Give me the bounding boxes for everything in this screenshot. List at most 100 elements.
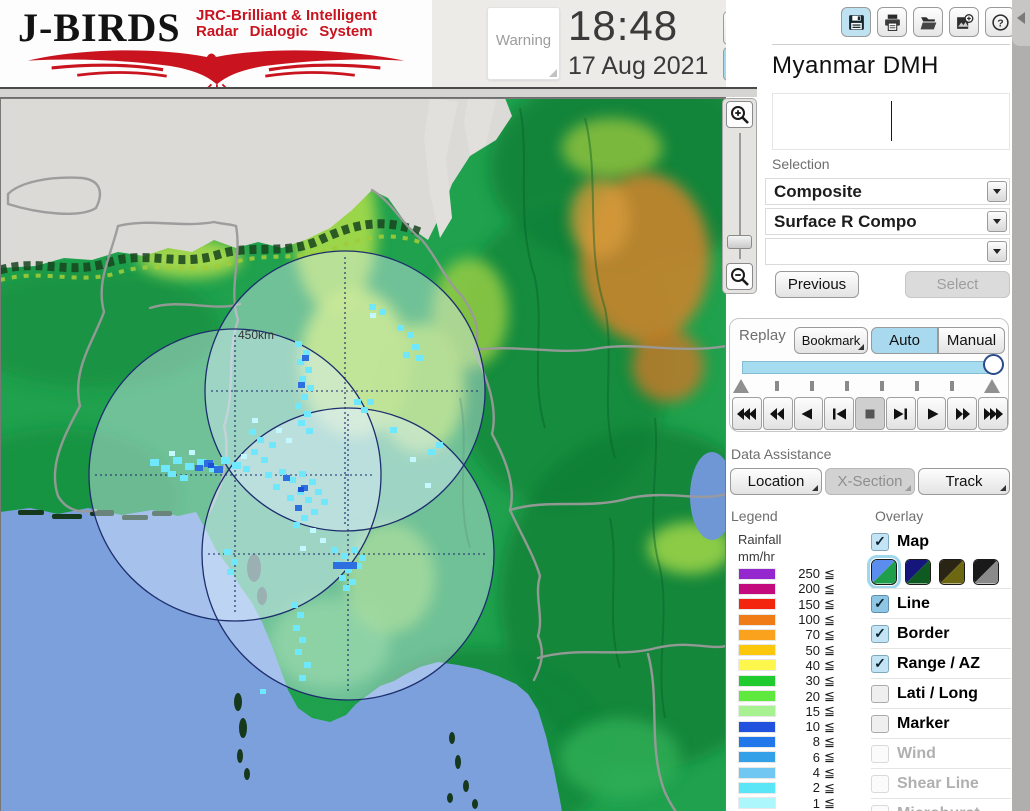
text-cursor	[891, 101, 892, 141]
select-button[interactable]: Select	[905, 271, 1010, 298]
legend-row: 4 ≦	[738, 765, 868, 780]
replay-panel: Replay Bookmark Auto Manual	[729, 318, 1009, 432]
checkbox-checked-icon[interactable]: ✓	[871, 654, 889, 673]
map-style-swatch-2[interactable]	[905, 558, 931, 585]
replay-slider-track[interactable]	[742, 361, 994, 374]
station-title: Myanmar DMH	[772, 52, 939, 79]
replay-slider-handle[interactable]	[983, 354, 1004, 375]
reverse-play-button[interactable]	[793, 397, 824, 430]
checkbox-checked-icon[interactable]: ✓	[871, 532, 889, 551]
logo-tagline: JRC-Brilliant & Intelligent Radar Dialog…	[196, 7, 377, 40]
add-image-button[interactable]	[949, 7, 979, 37]
checkbox-unchecked-icon[interactable]	[871, 714, 889, 733]
magnifier-plus-icon	[730, 105, 749, 124]
xsection-button[interactable]: X-Section	[825, 468, 915, 495]
legend-row: 10 ≦	[738, 719, 868, 734]
panel-collapse-tab[interactable]	[1012, 0, 1030, 46]
overlay-item-lati-long[interactable]: Lati / Long	[871, 678, 1011, 708]
reverse-play-icon	[801, 408, 813, 419]
legend-color-chip	[738, 582, 776, 595]
dropdown-arrow-button[interactable]	[987, 211, 1007, 232]
legend-row: 200 ≦	[738, 581, 868, 596]
step-backward-icon	[833, 408, 847, 419]
location-button[interactable]: Location	[730, 468, 822, 495]
fast-backward-button[interactable]	[732, 397, 762, 430]
forward-button[interactable]	[947, 397, 978, 430]
legend-row: 250 ≦	[738, 566, 868, 581]
legend-color-chip	[738, 735, 776, 748]
chevron-down-icon	[993, 189, 1001, 194]
map-style-swatch-3[interactable]	[939, 558, 965, 585]
checkbox-checked-icon[interactable]: ✓	[871, 624, 889, 643]
legend-color-chip	[738, 598, 776, 611]
overlay-item-shear-line: Shear Line	[871, 768, 1011, 798]
previous-button[interactable]: Previous	[775, 271, 859, 298]
dropdown-arrow-button[interactable]	[987, 241, 1007, 262]
map-style-swatches	[867, 554, 1011, 589]
panel-separator	[772, 44, 1010, 45]
overlay-item-line[interactable]: ✓ Line	[871, 588, 1011, 618]
fast-forward-button[interactable]	[978, 397, 1009, 430]
panel-collapse-strip[interactable]	[1012, 0, 1030, 811]
zoom-in-button[interactable]	[726, 101, 753, 128]
clock-time: 18:48	[568, 2, 679, 49]
warning-panel[interactable]: Warning	[487, 7, 560, 80]
range-end-marker[interactable]	[984, 379, 1000, 393]
map-zoom-panel	[722, 98, 757, 294]
manual-button[interactable]: Manual	[938, 327, 1005, 354]
slider-tick	[915, 381, 919, 391]
checkbox-checked-icon[interactable]: ✓	[871, 594, 889, 613]
overlay-item-border[interactable]: ✓ Border	[871, 618, 1011, 648]
legend-color-chip	[738, 766, 776, 779]
save-button[interactable]	[841, 7, 871, 37]
message-textbox[interactable]	[772, 93, 1010, 150]
auto-button[interactable]: Auto	[871, 327, 938, 354]
corner-fold-icon	[905, 485, 911, 491]
checkbox-unchecked-icon[interactable]	[871, 684, 889, 703]
track-button[interactable]: Track	[918, 468, 1010, 495]
dropdown-product-value: Surface R Compo	[774, 212, 917, 231]
legend-color-chip	[738, 674, 776, 687]
app-window: J-BIRDS JRC-Brilliant & Intelligent Rada…	[0, 0, 1030, 811]
chevron-down-icon	[993, 249, 1001, 254]
overlay-item-marker[interactable]: Marker	[871, 708, 1011, 738]
legend-color-chip	[738, 613, 776, 626]
dropdown-product[interactable]: Surface R Compo	[765, 208, 1010, 235]
overlay-item-map[interactable]: ✓ Map	[871, 528, 1011, 555]
help-icon: ?	[991, 13, 1009, 31]
radar-map[interactable]: 450km	[0, 68, 800, 811]
resize-grip-icon[interactable]	[549, 69, 557, 77]
overlay-item-range-az[interactable]: ✓ Range / AZ	[871, 648, 1011, 678]
step-forward-icon	[893, 408, 907, 419]
range-start-marker[interactable]	[733, 379, 749, 393]
legend-color-chip	[738, 705, 776, 718]
legend-color-chip	[738, 720, 776, 733]
legend-row: 150 ≦	[738, 596, 868, 612]
step-backward-button[interactable]	[824, 397, 855, 430]
backward-icon	[769, 407, 784, 420]
map-style-swatch-1[interactable]	[867, 554, 901, 589]
legend-color-chip	[738, 797, 776, 810]
stop-button[interactable]	[855, 397, 885, 430]
clock: 18:48 17 Aug 2021	[568, 2, 728, 81]
zoom-slider-handle[interactable]	[727, 235, 752, 249]
legend-unit-line2: mm/hr	[738, 549, 775, 564]
dropdown-extra[interactable]	[765, 238, 1010, 265]
zoom-out-button[interactable]	[726, 263, 753, 290]
checkbox-disabled-icon	[871, 774, 889, 793]
print-button[interactable]	[877, 7, 907, 37]
help-button[interactable]: ?	[985, 7, 1015, 37]
dropdown-composite[interactable]: Composite	[765, 178, 1010, 205]
checkbox-disabled-icon	[871, 804, 889, 811]
overlay-section-label: Overlay	[875, 508, 924, 524]
slider-tick	[950, 381, 954, 391]
play-button[interactable]	[916, 397, 947, 430]
bookmark-button[interactable]: Bookmark	[794, 327, 868, 354]
radar-map-canvas: 450km	[0, 68, 800, 811]
backward-button[interactable]	[762, 397, 793, 430]
step-forward-button[interactable]	[885, 397, 916, 430]
map-style-swatch-4[interactable]	[973, 558, 999, 585]
open-folder-button[interactable]	[913, 7, 943, 37]
control-panel: ? Myanmar DMH Selection Composite Surfac…	[726, 0, 1015, 811]
dropdown-arrow-button[interactable]	[987, 181, 1007, 202]
